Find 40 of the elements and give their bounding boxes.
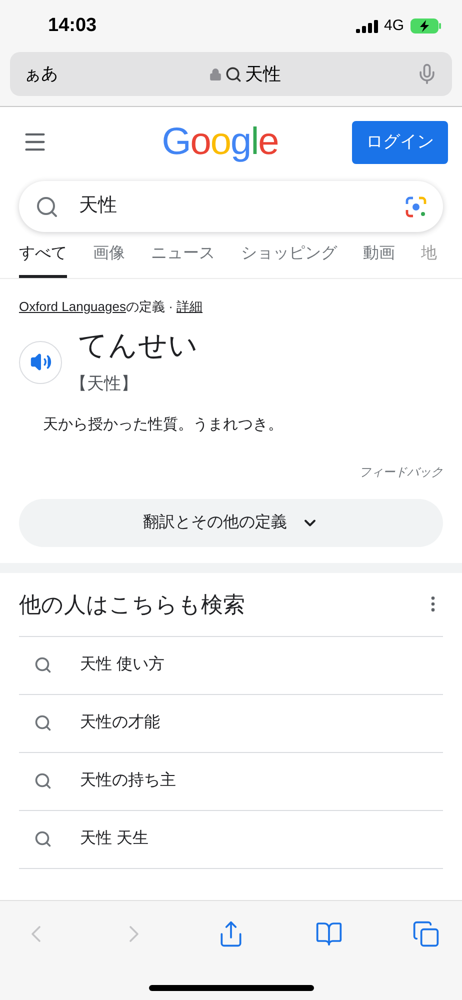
search-icon bbox=[34, 772, 52, 790]
camera-search-icon[interactable] bbox=[405, 196, 427, 218]
section-title: 他の人はこちらも検索 bbox=[19, 590, 245, 618]
kanji-text: 【天性】 bbox=[70, 372, 139, 394]
search-icon bbox=[34, 830, 52, 848]
feedback-link[interactable]: フィードバック bbox=[359, 436, 443, 480]
pronunciation-button[interactable] bbox=[19, 340, 62, 384]
login-button[interactable]: ログイン bbox=[352, 120, 448, 164]
network-label: 4G bbox=[384, 16, 404, 36]
details-link[interactable]: 詳細 bbox=[176, 299, 203, 314]
search-tab[interactable]: 動画 bbox=[363, 242, 395, 278]
related-search-item[interactable]: 天性の才能 bbox=[19, 694, 443, 752]
search-icon bbox=[34, 714, 52, 732]
url-text: 天性 bbox=[245, 62, 281, 86]
source-link[interactable]: Oxford Languages bbox=[19, 299, 126, 314]
search-field[interactable]: 天性 bbox=[19, 181, 443, 232]
search-tab[interactable]: 画像 bbox=[93, 242, 125, 278]
lock-icon bbox=[209, 68, 222, 80]
search-icon bbox=[35, 194, 59, 218]
book-icon[interactable] bbox=[314, 920, 342, 948]
related-search-item[interactable]: 天性の持ち主 bbox=[19, 752, 443, 810]
signal-icon bbox=[356, 20, 378, 32]
speaker-icon bbox=[30, 351, 52, 373]
search-icon bbox=[34, 656, 52, 674]
tabs-icon[interactable] bbox=[412, 920, 440, 948]
attribution-text: Oxford Languagesの定義 · 詳細 bbox=[19, 298, 204, 316]
battery-charging-icon bbox=[410, 18, 442, 34]
search-tab[interactable]: すべて bbox=[19, 242, 67, 278]
related-search-item[interactable]: 天性 使い方 bbox=[19, 636, 443, 694]
address-bar[interactable]: ぁあ 天性 bbox=[10, 52, 452, 96]
meaning-text: 天から授かった性質。うまれつき。 bbox=[42, 415, 284, 435]
reading-text: てんせい bbox=[78, 328, 198, 364]
search-icon bbox=[225, 66, 242, 82]
search-tab[interactable]: ショッピング bbox=[241, 242, 337, 278]
text-size-button[interactable]: ぁあ bbox=[24, 61, 84, 87]
related-search-item[interactable]: 天性 天生 bbox=[19, 810, 443, 868]
search-tab[interactable]: ニュース bbox=[151, 242, 215, 278]
clock: 14:03 bbox=[48, 14, 97, 38]
logo[interactable]: Google bbox=[162, 114, 278, 170]
more-definitions-button[interactable]: 翻訳とその他の定義 bbox=[19, 498, 443, 546]
